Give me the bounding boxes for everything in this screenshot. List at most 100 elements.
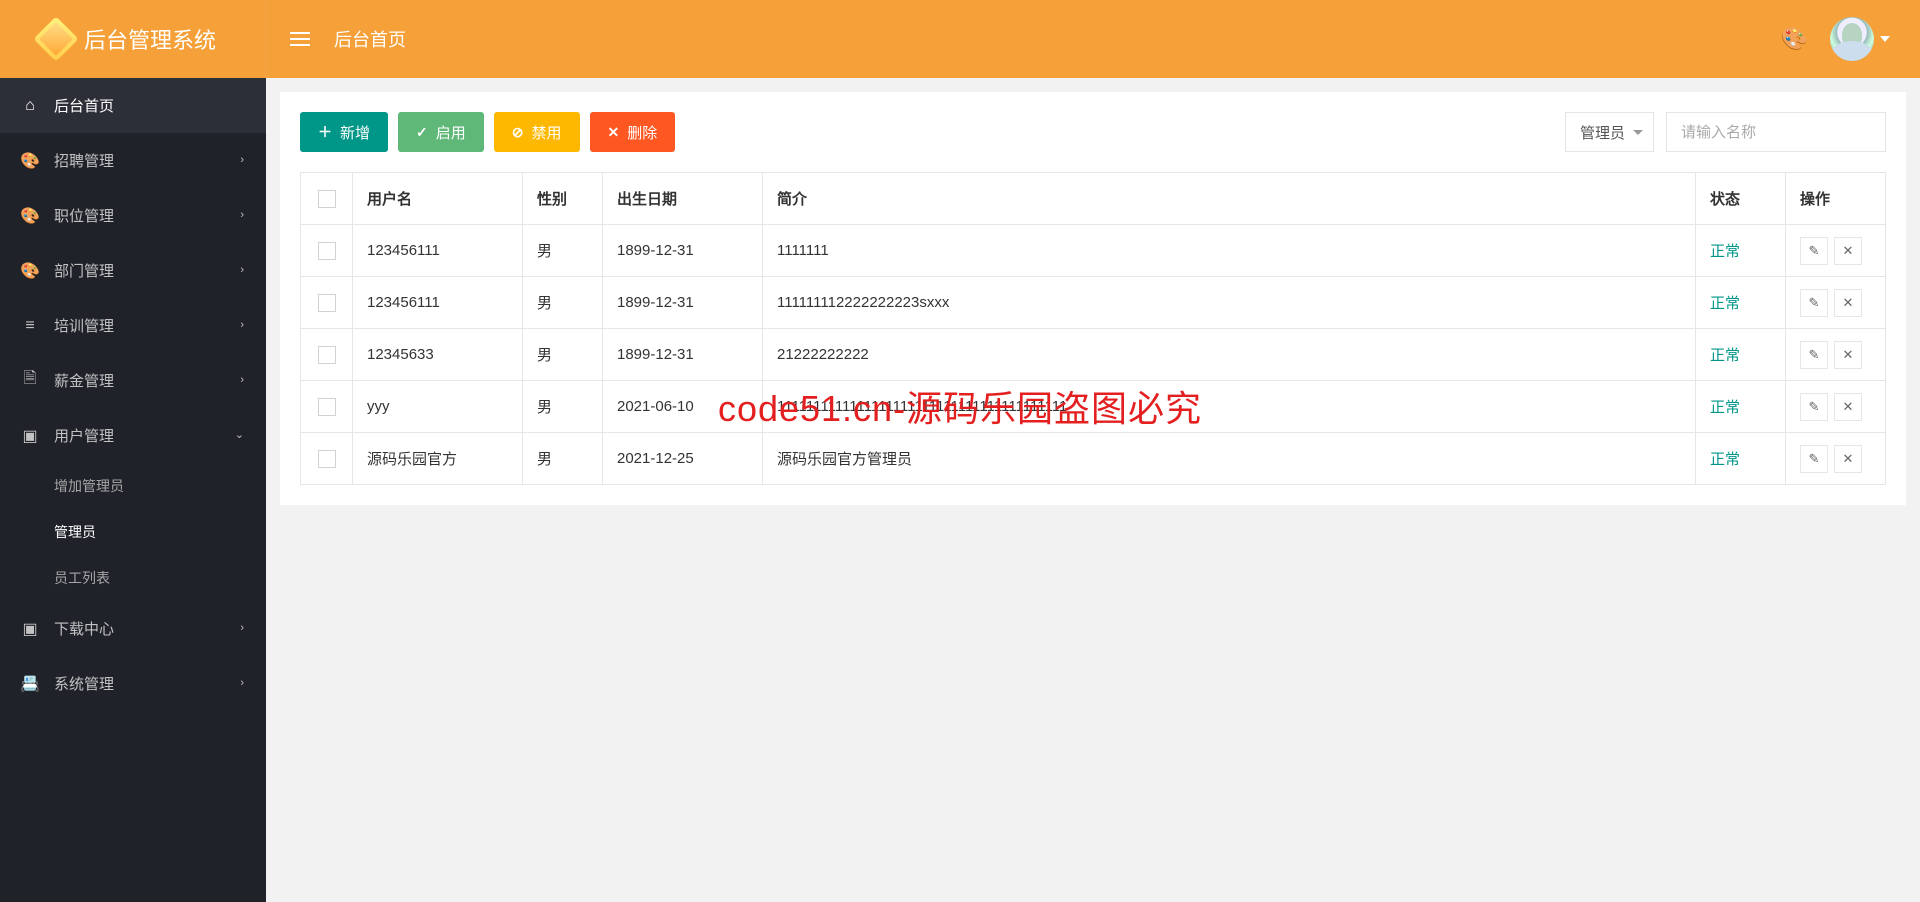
cell-username: yyy <box>353 381 523 433</box>
menu-toggle-icon[interactable] <box>290 32 310 46</box>
edit-button[interactable]: ✎ <box>1800 341 1828 369</box>
table-row: yyy 男 2021-06-10 11111111111111111111111… <box>301 381 1886 433</box>
sidebar-item-6[interactable]: ▣用户管理⌄ <box>0 408 266 463</box>
breadcrumb[interactable]: 后台首页 <box>334 26 406 52</box>
cell-intro: 1111111111111111111111111111111111111111 <box>763 381 1696 433</box>
sidebar-item-4[interactable]: ≡培训管理› <box>0 298 266 353</box>
remove-button[interactable]: ✕ <box>1834 341 1862 369</box>
cell-username: 12345633 <box>353 329 523 381</box>
cell-username: 源码乐园官方 <box>353 433 523 485</box>
cell-birth: 1899-12-31 <box>603 329 763 381</box>
delete-button[interactable]: ✕删除 <box>590 112 676 152</box>
cell-gender: 男 <box>523 225 603 277</box>
disable-label: 禁用 <box>532 122 562 143</box>
search-area: 管理员 <box>1565 112 1886 152</box>
enable-button[interactable]: ✓ 启用 <box>398 112 484 152</box>
select-all-checkbox[interactable] <box>318 190 336 208</box>
cell-action: ✎ ✕ <box>1786 433 1886 485</box>
search-input[interactable] <box>1666 112 1886 152</box>
status-badge: 正常 <box>1710 295 1740 312</box>
sidebar: ⌂后台首页🎨招聘管理›🎨职位管理›🎨部门管理›≡培训管理›🗎薪金管理›▣用户管理… <box>0 78 266 902</box>
col-gender: 性别 <box>523 173 603 225</box>
row-checkbox[interactable] <box>318 294 336 312</box>
disable-button[interactable]: ⊘禁用 <box>494 112 580 152</box>
col-status: 状态 <box>1696 173 1786 225</box>
logo-area[interactable]: 后台管理系统 <box>0 0 266 78</box>
role-select[interactable]: 管理员 <box>1565 112 1654 152</box>
cell-status: 正常 <box>1696 225 1786 277</box>
status-badge: 正常 <box>1710 399 1740 416</box>
remove-button[interactable]: ✕ <box>1834 393 1862 421</box>
sidebar-item-7[interactable]: ▣下载中心› <box>0 601 266 656</box>
sidebar-item-5[interactable]: 🗎薪金管理› <box>0 353 266 408</box>
role-select-label: 管理员 <box>1580 122 1625 143</box>
cell-birth: 1899-12-31 <box>603 277 763 329</box>
check-icon: ✓ <box>416 124 428 141</box>
status-badge: 正常 <box>1710 347 1740 364</box>
sidebar-item-label: 职位管理 <box>54 205 114 226</box>
remove-button[interactable]: ✕ <box>1834 237 1862 265</box>
palette-icon: 🎨 <box>20 261 40 281</box>
header-main: 后台首页 <box>266 26 1781 52</box>
sidebar-item-3[interactable]: 🎨 部门管理 › <box>0 243 266 298</box>
cell-birth: 1899-12-31 <box>603 225 763 277</box>
sidebar-item-0[interactable]: ⌂后台首页 <box>0 78 266 133</box>
sidebar-subitem-6-1[interactable]: 管理员 <box>0 509 266 555</box>
js-icon: ▣ <box>20 619 40 639</box>
cell-status: 正常 <box>1696 277 1786 329</box>
row-checkbox[interactable] <box>318 450 336 468</box>
cell-status: 正常 <box>1696 381 1786 433</box>
chevron-right-icon: › <box>240 375 244 386</box>
table-row: 源码乐园官方 男 2021-12-25 源码乐园官方管理员 正常 ✎ ✕ <box>301 433 1886 485</box>
header: 后台管理系统 后台首页 🎨 <box>0 0 1920 78</box>
sidebar-item-1[interactable]: 🎨招聘管理› <box>0 133 266 188</box>
status-badge: 正常 <box>1710 451 1740 468</box>
table-row: 123456111 男 1899-12-31 11111111222222222… <box>301 277 1886 329</box>
close-icon: ✕ <box>608 124 620 141</box>
col-action: 操作 <box>1786 173 1886 225</box>
chevron-down-icon <box>1633 130 1643 135</box>
header-right: 🎨 <box>1781 17 1920 61</box>
logo-icon <box>33 16 78 61</box>
card: ＋新增 ✓ 启用 ⊘禁用 ✕删除 管理员 用户名 性别 出生日期 简介 状态 操作 <box>280 92 1906 505</box>
add-label: 新增 <box>340 122 370 143</box>
sidebar-subitem-6-2[interactable]: 员工列表 <box>0 555 266 601</box>
sidebar-subitem-6-0[interactable]: 增加管理员 <box>0 463 266 509</box>
sidebar-item-label: 部门管理 <box>54 260 114 281</box>
chevron-right-icon: › <box>240 155 244 166</box>
status-badge: 正常 <box>1710 243 1740 260</box>
cell-username: 123456111 <box>353 277 523 329</box>
sidebar-item-label: 下载中心 <box>54 618 114 639</box>
row-checkbox[interactable] <box>318 398 336 416</box>
enable-label: 启用 <box>436 122 466 143</box>
sidebar-item-label: 培训管理 <box>54 315 114 336</box>
chevron-right-icon: › <box>240 265 244 276</box>
row-checkbox[interactable] <box>318 346 336 364</box>
col-birth: 出生日期 <box>603 173 763 225</box>
cell-action: ✎ ✕ <box>1786 225 1886 277</box>
sidebar-item-8[interactable]: 📇系统管理› <box>0 656 266 711</box>
edit-button[interactable]: ✎ <box>1800 445 1828 473</box>
toolbar: ＋新增 ✓ 启用 ⊘禁用 ✕删除 管理员 <box>300 112 1886 152</box>
edit-button[interactable]: ✎ <box>1800 393 1828 421</box>
edit-button[interactable]: ✎ <box>1800 237 1828 265</box>
js-icon: ▣ <box>20 426 40 446</box>
remove-button[interactable]: ✕ <box>1834 289 1862 317</box>
user-menu[interactable] <box>1830 17 1890 61</box>
content: ＋新增 ✓ 启用 ⊘禁用 ✕删除 管理员 用户名 性别 出生日期 简介 状态 操作 <box>266 78 1920 902</box>
sidebar-item-2[interactable]: 🎨职位管理› <box>0 188 266 243</box>
chevron-right-icon: › <box>240 210 244 221</box>
row-checkbox[interactable] <box>318 242 336 260</box>
add-button[interactable]: ＋新增 <box>300 112 388 152</box>
table-row: 12345633 男 1899-12-31 21222222222 正常 ✎ ✕ <box>301 329 1886 381</box>
col-intro: 简介 <box>763 173 1696 225</box>
list-icon: ≡ <box>20 317 40 335</box>
cell-birth: 2021-12-25 <box>603 433 763 485</box>
cell-gender: 男 <box>523 381 603 433</box>
table-header-row: 用户名 性别 出生日期 简介 状态 操作 <box>301 173 1886 225</box>
theme-icon[interactable]: 🎨 <box>1781 26 1808 52</box>
remove-button[interactable]: ✕ <box>1834 445 1862 473</box>
calendar-icon: 📇 <box>20 674 40 694</box>
edit-button[interactable]: ✎ <box>1800 289 1828 317</box>
cell-intro: 源码乐园官方管理员 <box>763 433 1696 485</box>
